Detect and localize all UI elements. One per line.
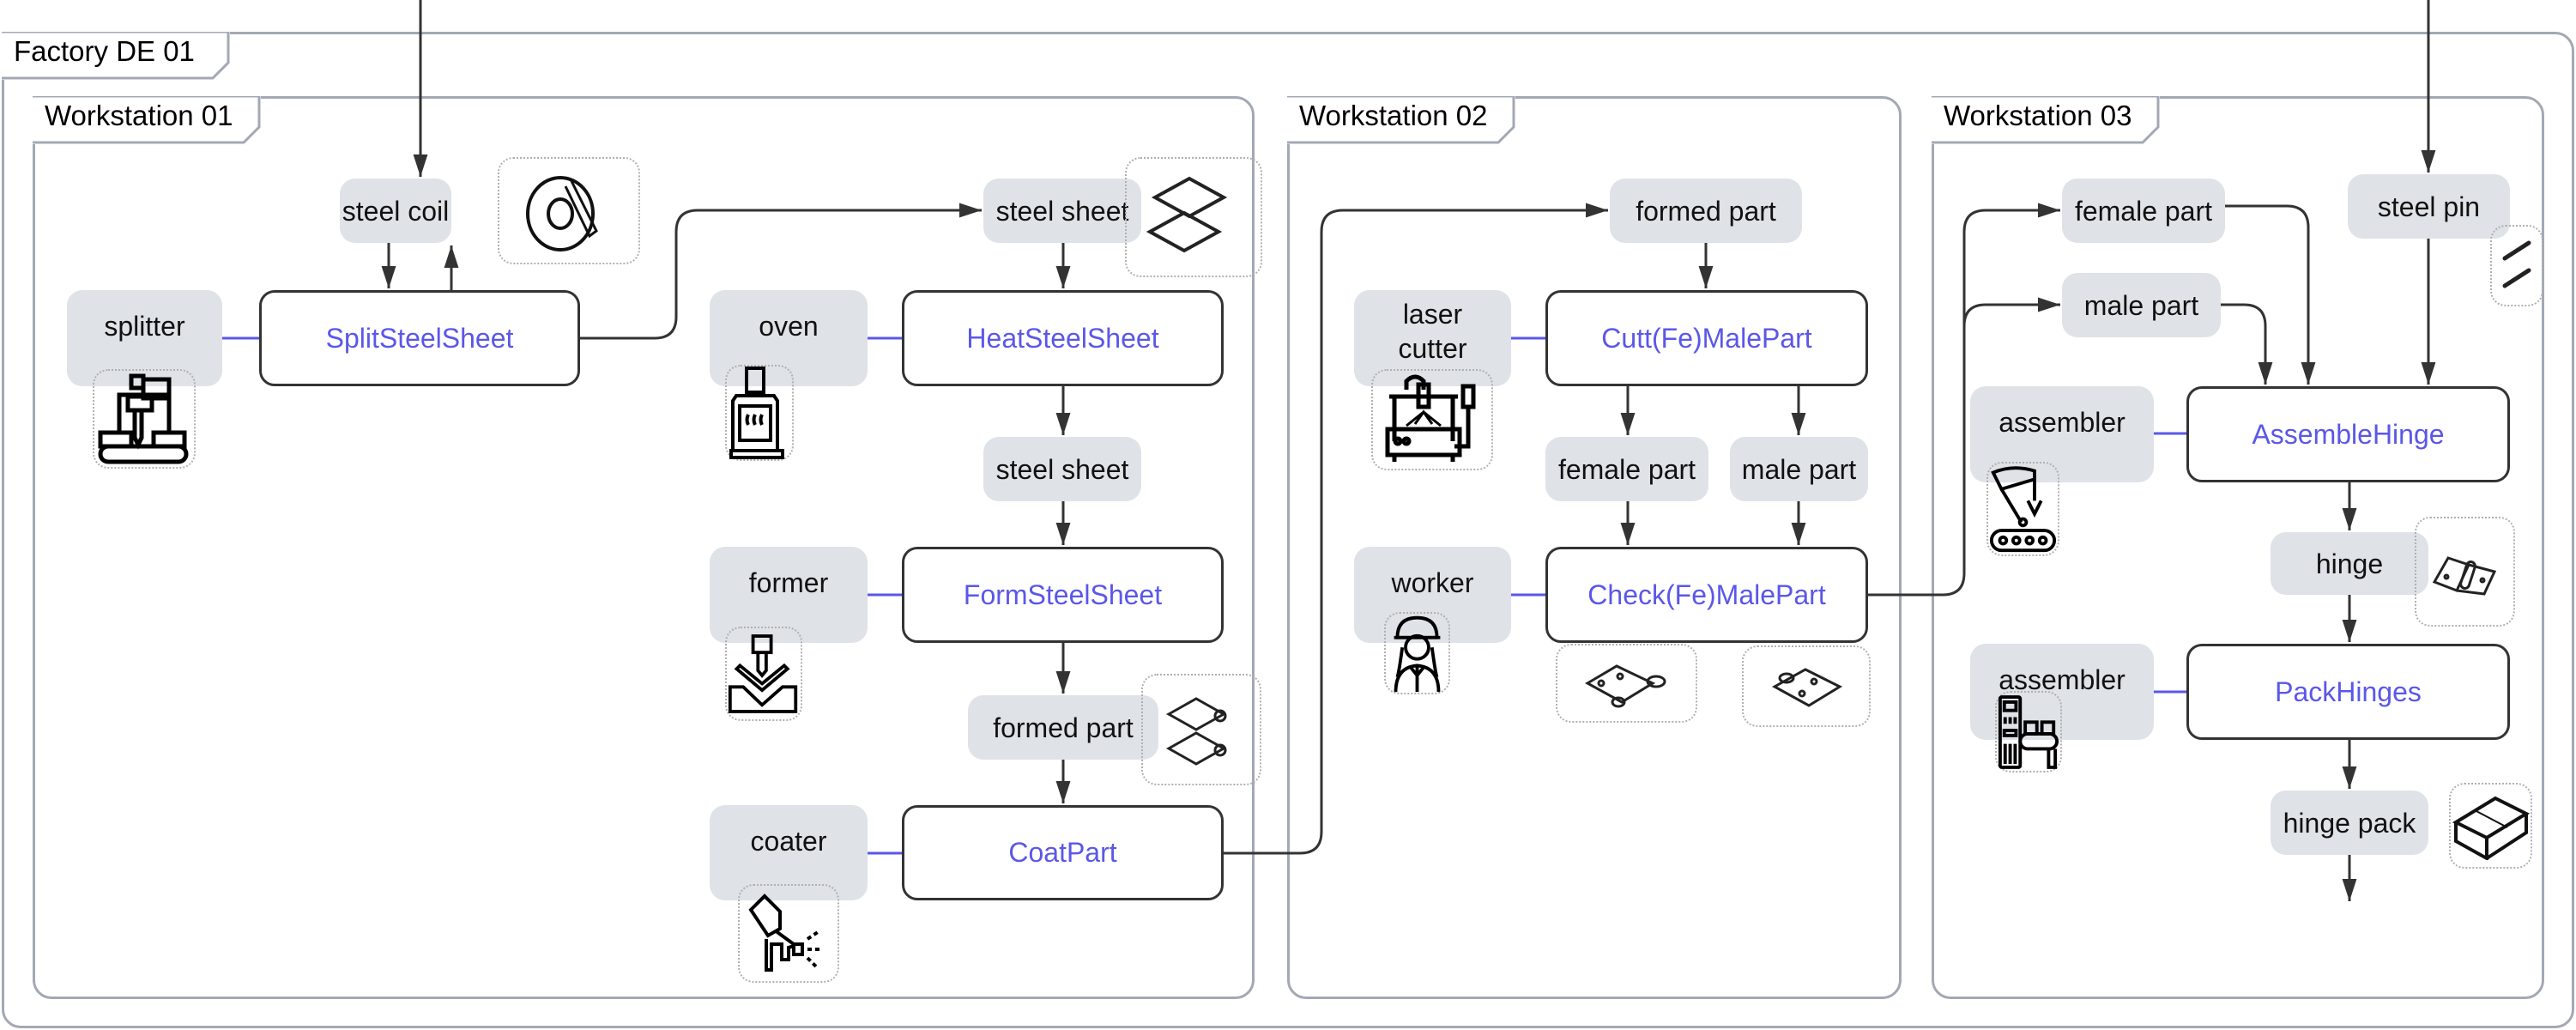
spray-gun-icon (738, 884, 839, 983)
object-male-part-ws3[interactable]: male part (2062, 273, 2221, 337)
object-male-part-ws2[interactable]: male part (1730, 437, 1868, 501)
steel-sheet-icon (1125, 157, 1262, 277)
connectors (222, 0, 2436, 901)
activity-pack-hinges[interactable]: PackHinges (2186, 644, 2510, 740)
steel-coil-icon (498, 157, 640, 264)
activity-heat-steel-sheet[interactable]: HeatSteelSheet (902, 290, 1224, 386)
box-icon (2449, 783, 2532, 869)
splitter-machine-icon (93, 369, 196, 469)
formed-part-icon (1141, 674, 1261, 785)
activity-form-steel-sheet[interactable]: FormSteelSheet (902, 547, 1224, 643)
object-formed-part-ws2[interactable]: formed part (1610, 179, 1802, 243)
activity-coat-part[interactable]: CoatPart (902, 805, 1224, 900)
object-steel-sheet-mid[interactable]: steel sheet (983, 437, 1141, 501)
robot-arm-icon (1986, 462, 2059, 556)
male-part-icon (1742, 645, 1871, 727)
object-steel-pin[interactable]: steel pin (2348, 174, 2510, 239)
object-formed-part-ws1[interactable]: formed part (968, 695, 1158, 760)
object-female-part-ws2[interactable]: female part (1545, 437, 1708, 501)
worker-icon (1384, 612, 1450, 694)
packing-machine-icon (1995, 691, 2062, 772)
object-female-part-ws3[interactable]: female part (2062, 179, 2225, 243)
arrow-check-to-male (1962, 297, 2060, 327)
activity-split-steel-sheet[interactable]: SplitSteelSheet (259, 290, 580, 386)
activity-check-male-part[interactable]: Check(Fe)MalePart (1545, 547, 1868, 643)
arrow-male-to-assemble (2218, 303, 2273, 385)
hinge-icon (2415, 517, 2515, 627)
steel-pin-icon (2490, 225, 2543, 306)
activity-assemble-hinge[interactable]: AssembleHinge (2186, 386, 2510, 482)
press-brake-icon (725, 627, 802, 721)
female-part-icon (1556, 644, 1697, 723)
object-steel-coil[interactable]: steel coil (340, 179, 451, 243)
object-hinge[interactable]: hinge (2271, 532, 2428, 595)
object-steel-sheet-in[interactable]: steel sheet (983, 179, 1141, 243)
object-hinge-pack[interactable]: hinge pack (2271, 791, 2428, 855)
oven-icon (725, 365, 794, 461)
activity-cut-male-part[interactable]: Cutt(Fe)MalePart (1545, 290, 1868, 386)
laser-cutter-icon (1371, 369, 1493, 470)
